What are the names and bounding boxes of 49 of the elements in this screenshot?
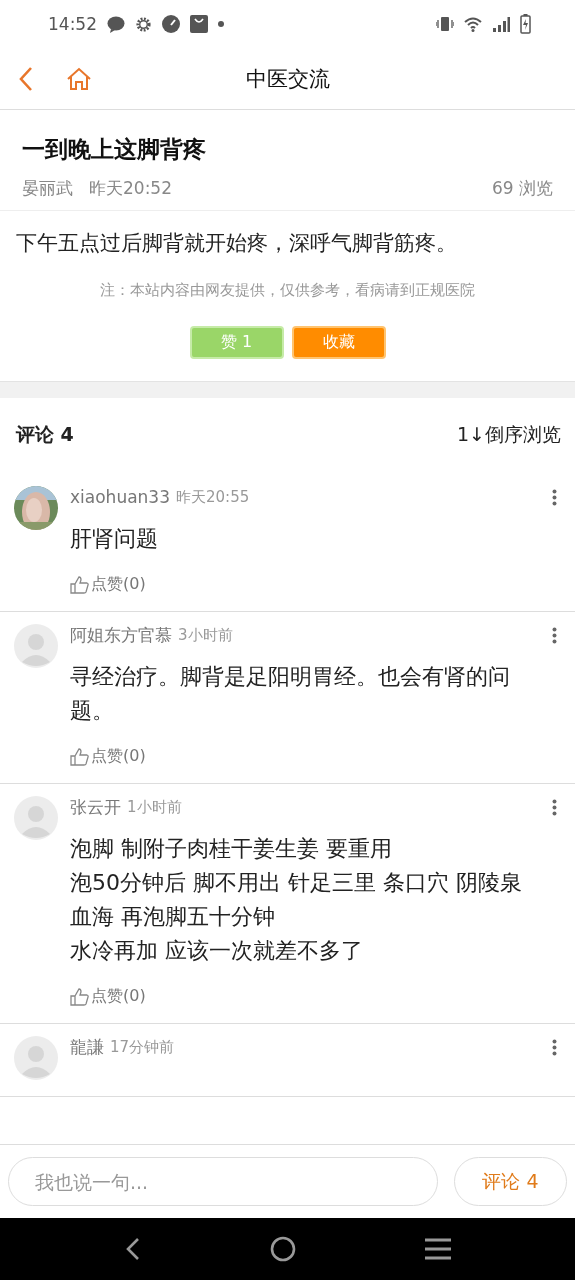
post-author: 晏丽武 <box>22 177 73 200</box>
wifi-icon <box>464 16 482 32</box>
comments-title: 评论 4 <box>16 422 74 447</box>
post-body: 下午五点过后脚背就开始疼，深呼气脚背筋疼。 <box>16 230 458 257</box>
comment-user: 龍謙 <box>70 1035 104 1059</box>
comment-text: 寻经治疗。脚背是足阳明胃经。也会有肾的问题。 <box>70 663 511 725</box>
circle-icon <box>269 1236 296 1262</box>
bag-icon <box>190 15 208 33</box>
vibrate-icon <box>436 16 454 32</box>
disclaimer-note: 注：本站内容由网友提供，仅供参考，看病请到正规医院 <box>99 281 476 300</box>
post-title: 一到晚上这脚背疼 <box>22 135 207 164</box>
like-comment-button[interactable]: 点赞(0) <box>70 986 146 1007</box>
chevron-left-icon <box>18 65 34 92</box>
dots-icon <box>552 626 557 644</box>
view-count: 69 浏览 <box>491 177 553 200</box>
dots-icon <box>552 798 557 816</box>
status-time: 14:52 <box>48 14 97 34</box>
comment-input[interactable]: 我也说一句... <box>8 1157 438 1206</box>
like-comment-button[interactable]: 点赞(0) <box>70 574 146 595</box>
comment-user: 阿姐东方官慕 <box>70 623 172 647</box>
thumbs-up-icon <box>70 987 89 1006</box>
dot-icon <box>218 21 224 27</box>
battery-icon <box>520 14 531 34</box>
comment-user: 张云开 <box>70 795 121 819</box>
dots-icon <box>552 488 557 506</box>
dots-icon <box>552 1038 557 1056</box>
comment-button[interactable]: 评论 4 <box>454 1157 567 1206</box>
comment-time: 3小时前 <box>178 625 233 645</box>
thumbs-up-icon <box>70 747 89 766</box>
comment-text: 泡50分钟后 脚不用出 针足三里 条口穴 阴陵泉血海 再泡脚五十分钟 <box>70 869 523 931</box>
comment-text: 泡脚 制附子肉桂干姜生姜 要重用 <box>70 835 393 863</box>
chat-icon <box>107 15 125 33</box>
gauge-icon <box>162 15 180 33</box>
thumbs-up-icon <box>70 575 89 594</box>
comment-time: 昨天20:55 <box>176 487 250 507</box>
comment-user: xiaohuan33 <box>70 487 170 507</box>
comment-text: 水冷再加 应该一次就差不多了 <box>70 937 364 965</box>
like-comment-button[interactable]: 点赞(0) <box>70 746 146 767</box>
back-icon <box>124 1237 141 1261</box>
comment-time: 1小时前 <box>127 797 182 817</box>
page-title: 中医交流 <box>245 65 330 93</box>
comment-text: 肝肾问题 <box>70 525 159 553</box>
post-time: 昨天20:52 <box>89 177 172 200</box>
sort-button[interactable]: 1↓倒序浏览 <box>457 422 561 448</box>
signal-icon <box>492 16 510 32</box>
menu-icon <box>424 1238 451 1260</box>
comment-time: 17分钟前 <box>110 1037 175 1057</box>
settings-icon <box>135 15 152 33</box>
home-icon <box>66 66 92 91</box>
